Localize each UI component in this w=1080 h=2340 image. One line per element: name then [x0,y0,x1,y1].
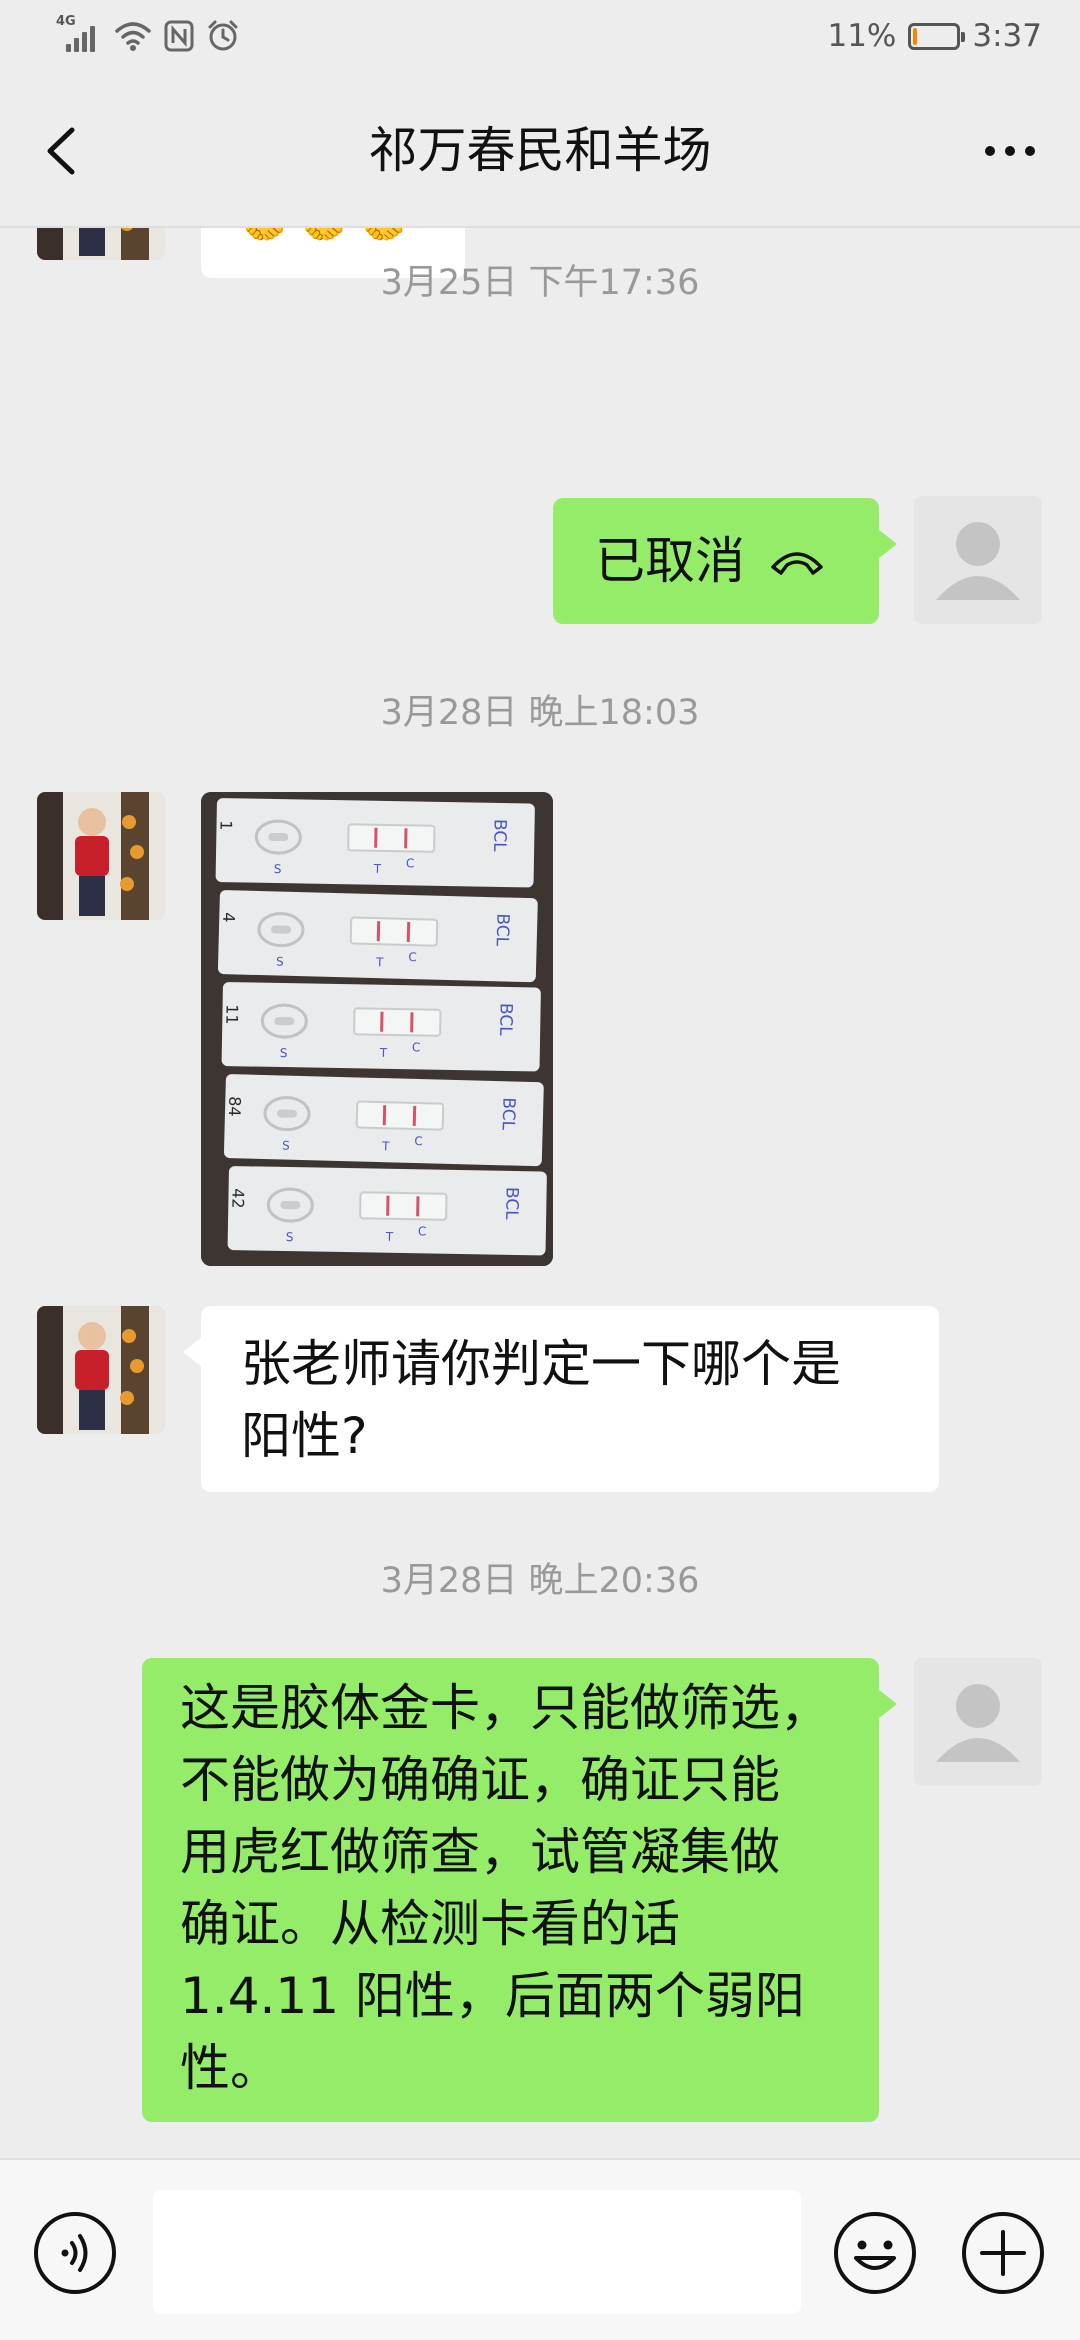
timestamp: 3月25日 下午17:36 [380,263,700,303]
plus-icon [962,2212,1044,2294]
chat-title: 祁万春民和羊场 [368,122,712,179]
message-line: 用虎红做筛查，试管凝集做 [180,1823,780,1881]
battery-percent: 11% [827,18,897,54]
emoji-text: 🤝🤝🤝 [235,228,414,251]
test-line [380,1011,384,1032]
brand-label: BCL [489,819,510,853]
test-card: BCL C T S 42 [227,1166,547,1256]
hangup-icon [771,552,823,575]
more-dots-icon [985,146,995,156]
timestamp: 3月28日 晚上20:36 [380,1561,700,1601]
t-label: T [385,1230,394,1244]
brand-label: BCL [492,913,513,947]
control-line [410,1012,414,1033]
message-line: 阳性? [241,1407,368,1465]
clock: 3:37 [972,18,1042,54]
message-line: 确证。从检测卡看的话 [180,1895,680,1953]
message-line: 张老师请你判定一下哪个是 [241,1335,841,1393]
t-label: T [379,1046,388,1060]
control-line [406,921,411,942]
more-button[interactable] [970,116,1050,186]
my-avatar[interactable] [914,496,1042,624]
handwritten-mark: 1 [216,820,235,831]
back-button[interactable] [30,116,100,186]
t-label: T [375,955,384,969]
message-list[interactable]: 🤝🤝🤝 3月25日 下午17:36 已取消 3月28日 晚上18:03 [0,228,1080,2158]
c-label: C [408,950,417,964]
text-message[interactable]: 这是胶体金卡，只能做筛选， 不能做为确确证，确证只能 用虎红做筛查，试管凝集做 … [142,1658,897,2122]
control-line [412,1105,417,1126]
status-bar: 4G 11% 3:37 [0,0,1080,76]
handwritten-mark: 11 [222,1004,241,1025]
test-cards-photo: BCL C T S 1 BCL C T S 4 BCL C T S 11 BCL C T S 84 BCL C T S 42 [201,792,553,1266]
my-avatar[interactable] [914,1658,1042,1786]
timestamp: 3月28日 晚上18:03 [380,693,700,733]
wifi-icon [115,22,151,51]
test-line [386,1195,390,1216]
c-label: C [412,1040,421,1054]
nfc-icon [164,20,194,52]
message-line: 1.4.11 阳性，后面两个弱阳 [180,1967,805,2025]
c-label: C [406,856,415,870]
call-message[interactable]: 已取消 [553,498,897,624]
brand-label: BCL [498,1097,519,1131]
voice-icon [34,2212,116,2294]
t-label: T [373,862,382,876]
s-label: S [280,1046,288,1060]
control-line [416,1196,420,1217]
emoji-button[interactable] [832,2210,918,2296]
chat-header: 祁万春民和羊场 [0,76,1080,226]
message-input[interactable] [153,2190,801,2314]
message-line: 性。 [180,2039,280,2097]
brand-label: BCL [495,1003,516,1037]
control-line [404,828,408,849]
c-label: C [418,1224,427,1238]
s-label: S [286,1230,294,1244]
chevron-left-icon [47,127,75,175]
handwritten-mark: 42 [228,1188,247,1209]
avatar[interactable] [37,1306,165,1434]
message-line: 这是胶体金卡，只能做筛选， [180,1679,830,1737]
handwritten-mark: 4 [219,912,238,923]
test-card: BCL C T S 1 [215,798,535,888]
battery-icon [908,22,966,50]
s-label: S [276,954,284,968]
s-label: S [282,1138,290,1152]
signal-icon: 4G [56,14,102,56]
more-actions-button[interactable] [960,2210,1046,2296]
test-line [374,827,378,848]
voice-button[interactable] [32,2210,118,2296]
contact-photo [37,792,165,920]
test-card: BCL C T S 84 [223,1074,544,1167]
avatar[interactable] [37,792,165,920]
test-card: BCL C T S 11 [221,982,541,1072]
brand-label: BCL [501,1187,522,1221]
test-card: BCL C T S 4 [217,890,538,983]
handwritten-mark: 84 [225,1096,245,1117]
default-avatar-icon [914,496,1042,624]
status-bar-left: 4G [56,14,240,58]
s-label: S [274,862,282,876]
message-line: 不能做为确确证，确证只能 [180,1751,780,1809]
text-message[interactable]: 张老师请你判定一下哪个是 阳性? [183,1306,939,1492]
status-bar-right: 11% 3:37 [827,14,1042,58]
input-bar [0,2158,1080,2340]
alarm-icon [208,20,238,51]
default-avatar-icon [914,1658,1042,1786]
contact-photo [37,1306,165,1434]
c-label: C [414,1134,423,1148]
emoji-icon [834,2212,916,2294]
network-type: 4G [56,14,76,29]
test-line [382,1105,387,1126]
image-message[interactable]: BCL C T S 1 BCL C T S 4 BCL C T S 11 BCL C T S 84 BCL C T S 42 [201,792,553,1266]
t-label: T [381,1139,390,1153]
test-line [376,921,381,942]
call-status: 已取消 [595,532,745,590]
